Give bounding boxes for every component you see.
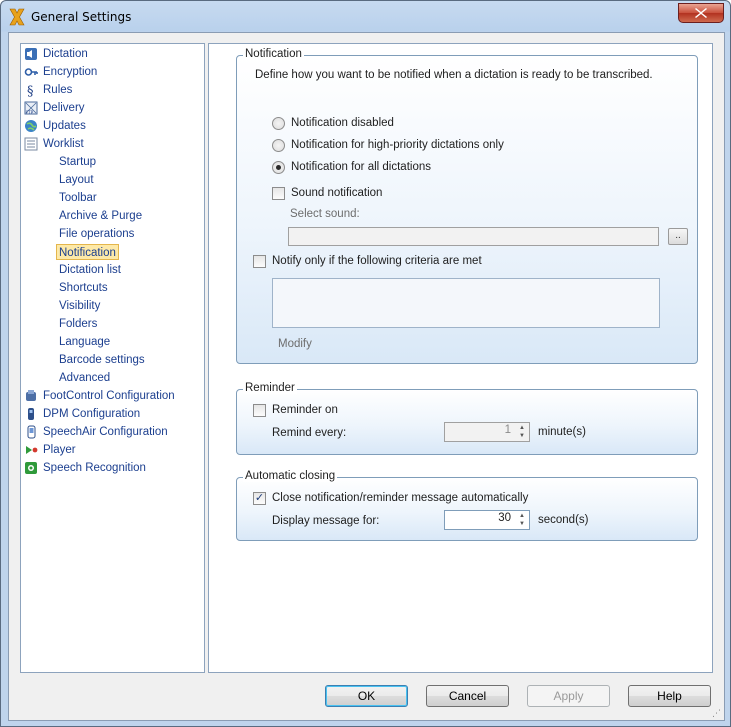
tree-item-label: Player bbox=[43, 444, 76, 456]
tree-item-archive-purge[interactable]: Archive & Purge bbox=[59, 208, 142, 224]
tree-item-file-operations[interactable]: File operations bbox=[59, 226, 134, 242]
display-message-spinner[interactable]: 30 ▲ ▼ bbox=[444, 510, 530, 530]
tree-item-label: FootControl Configuration bbox=[43, 390, 175, 402]
tree-item-notification[interactable]: Notification bbox=[56, 244, 119, 260]
radio-notification-all-label[interactable]: Notification for all dictations bbox=[291, 161, 431, 173]
ok-button[interactable]: OK bbox=[325, 685, 408, 707]
tree-item-label: Rules bbox=[43, 84, 73, 96]
app-logo-icon bbox=[9, 8, 25, 26]
modify-link[interactable]: Modify bbox=[278, 338, 312, 350]
remind-every-value: 1 bbox=[504, 424, 511, 436]
cancel-button[interactable]: Cancel bbox=[426, 685, 509, 707]
radio-notification-disabled[interactable] bbox=[272, 117, 285, 130]
display-message-for-label: Display message for: bbox=[272, 515, 380, 527]
radio-notification-high-priority-label[interactable]: Notification for high-priority dictation… bbox=[291, 139, 504, 151]
criteria-list[interactable] bbox=[272, 278, 660, 328]
spinner-arrows-icon[interactable]: ▲ ▼ bbox=[516, 512, 528, 528]
tree-item-toolbar[interactable]: Toolbar bbox=[59, 190, 97, 206]
tree-item-label: DPM Configuration bbox=[43, 408, 141, 420]
spinner-arrows-icon[interactable]: ▲ ▼ bbox=[516, 424, 528, 440]
radio-notification-all[interactable] bbox=[272, 161, 285, 174]
tree-item-label: Encryption bbox=[43, 66, 98, 78]
select-sound-label: Select sound: bbox=[290, 208, 360, 220]
notification-group: Notification Define how you want to be n… bbox=[236, 48, 698, 364]
general-settings-window: General Settings Dictation Encryption § Rul… bbox=[0, 0, 731, 727]
radio-notification-high-priority[interactable] bbox=[272, 139, 285, 152]
sound-notification-label[interactable]: Sound notification bbox=[291, 187, 382, 199]
dialog-client-area: Dictation Encryption § Rules FTP Delivery Upda… bbox=[8, 32, 725, 721]
globe-icon bbox=[25, 120, 37, 132]
tree-item-layout[interactable]: Layout bbox=[59, 172, 94, 188]
notification-group-legend: Notification bbox=[243, 48, 304, 60]
automatic-closing-group-legend: Automatic closing bbox=[243, 470, 338, 482]
select-sound-field[interactable] bbox=[288, 227, 659, 246]
footcontrol-icon bbox=[26, 390, 36, 401]
speech-recognition-icon bbox=[25, 462, 37, 474]
remind-every-label: Remind every: bbox=[272, 427, 347, 439]
tree-item-label: Dictation bbox=[43, 48, 88, 60]
tree-item-folders[interactable]: Folders bbox=[59, 316, 97, 332]
display-message-unit: second(s) bbox=[538, 514, 589, 526]
reminder-on-checkbox[interactable] bbox=[253, 404, 266, 417]
close-button[interactable] bbox=[678, 3, 724, 23]
recorder-icon bbox=[28, 408, 34, 420]
notification-settings-panel: Notification Define how you want to be n… bbox=[208, 43, 713, 673]
radio-notification-disabled-label[interactable]: Notification disabled bbox=[291, 117, 394, 129]
section-sign-icon: § bbox=[27, 84, 34, 97]
tree-item-startup[interactable]: Startup bbox=[59, 154, 96, 170]
svg-text:§: § bbox=[27, 84, 34, 97]
resize-grip-icon[interactable]: ⋰ bbox=[712, 708, 722, 718]
key-icon bbox=[24, 68, 38, 76]
speaker-icon bbox=[25, 48, 37, 60]
tree-item-label: SpeechAir Configuration bbox=[43, 426, 168, 438]
sound-notification-checkbox[interactable] bbox=[272, 187, 285, 200]
tree-item-language[interactable]: Language bbox=[59, 334, 110, 350]
automatic-closing-group: Automatic closing ✓ Close notification/r… bbox=[236, 470, 698, 541]
window-title: General Settings bbox=[31, 10, 132, 24]
list-icon bbox=[24, 137, 38, 151]
criteria-checkbox[interactable] bbox=[253, 255, 266, 268]
tree-item-dictation-list[interactable]: Dictation list bbox=[59, 262, 121, 278]
speechair-icon bbox=[27, 425, 36, 439]
settings-tree[interactable]: Dictation Encryption § Rules FTP Delivery Upda… bbox=[20, 43, 205, 673]
tree-item-barcode-settings[interactable]: Barcode settings bbox=[59, 352, 145, 368]
player-icon bbox=[26, 446, 38, 454]
tree-item-label: Worklist bbox=[43, 138, 84, 150]
apply-button[interactable]: Apply bbox=[527, 685, 610, 707]
criteria-label[interactable]: Notify only if the following criteria ar… bbox=[272, 255, 482, 267]
reminder-group-legend: Reminder bbox=[243, 382, 297, 394]
tree-item-label: Delivery bbox=[43, 102, 85, 114]
close-automatically-checkbox[interactable]: ✓ bbox=[253, 492, 266, 505]
tree-item-visibility[interactable]: Visibility bbox=[59, 298, 100, 314]
tree-item-label: Updates bbox=[43, 120, 86, 132]
display-message-value: 30 bbox=[498, 512, 511, 524]
ftp-icon: FTP bbox=[24, 101, 38, 115]
svg-text:FTP: FTP bbox=[26, 110, 34, 115]
browse-sound-button[interactable]: .. bbox=[668, 228, 688, 245]
close-automatically-label[interactable]: Close notification/reminder message auto… bbox=[272, 492, 528, 504]
remind-every-unit: minute(s) bbox=[538, 426, 586, 438]
tree-item-shortcuts[interactable]: Shortcuts bbox=[59, 280, 108, 296]
reminder-group: Reminder Reminder on Remind every: 1 ▲ ▼ … bbox=[236, 382, 698, 455]
tree-item-advanced[interactable]: Advanced bbox=[59, 370, 110, 386]
help-button[interactable]: Help bbox=[628, 685, 711, 707]
reminder-on-label[interactable]: Reminder on bbox=[272, 404, 338, 416]
remind-every-spinner[interactable]: 1 ▲ ▼ bbox=[444, 422, 530, 442]
close-icon bbox=[695, 8, 707, 18]
notification-description: Define how you want to be notified when … bbox=[255, 69, 653, 81]
tree-item-label: Speech Recognition bbox=[43, 462, 146, 474]
title-bar[interactable]: General Settings bbox=[1, 1, 730, 32]
